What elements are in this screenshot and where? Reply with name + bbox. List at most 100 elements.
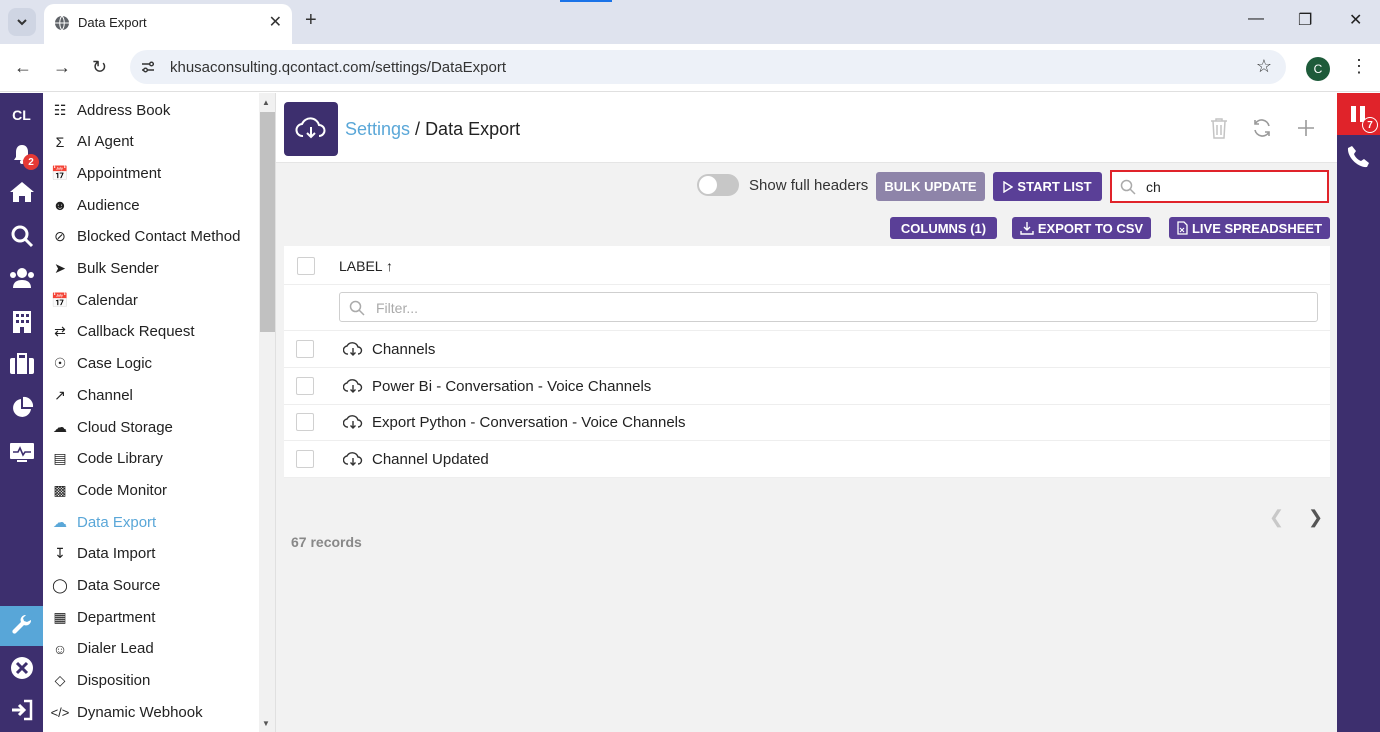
- audience-icon: ☻: [52, 197, 68, 214]
- row-label[interactable]: Power Bi - Conversation - Voice Channels: [372, 378, 651, 395]
- row-checkbox[interactable]: [296, 340, 314, 358]
- full-headers-toggle[interactable]: [697, 174, 739, 196]
- next-page-icon[interactable]: ❯: [1308, 507, 1323, 528]
- bulk-sender-icon: ➤: [54, 260, 66, 276]
- site-settings-icon[interactable]: [140, 59, 156, 75]
- search-icon[interactable]: [7, 221, 37, 251]
- back-arrow-icon[interactable]: ←: [14, 57, 32, 78]
- export-csv-button[interactable]: EXPORT TO CSV: [1012, 217, 1151, 239]
- settings-item[interactable]: ▤ Code Library: [43, 444, 259, 474]
- settings-item-label: Data Source: [77, 577, 161, 594]
- code-monitor-icon: ▩: [53, 481, 67, 498]
- row-checkbox[interactable]: [296, 413, 314, 431]
- settings-scrollbar-thumb[interactable]: [260, 112, 275, 332]
- monitor-icon[interactable]: [7, 437, 37, 467]
- breadcrumb-settings-link[interactable]: Settings: [345, 119, 410, 139]
- filter-field[interactable]: [339, 292, 1318, 322]
- user-avatar[interactable]: CL: [0, 107, 43, 123]
- minimize-icon[interactable]: —: [1248, 10, 1264, 28]
- tab-search-button[interactable]: [8, 8, 36, 36]
- code-icon: </>: [50, 704, 70, 720]
- forward-arrow-icon[interactable]: →: [53, 57, 71, 78]
- row-checkbox[interactable]: [296, 376, 314, 395]
- scroll-up-arrow-icon[interactable]: ▲: [262, 98, 270, 107]
- table-row[interactable]: Power Bi - Conversation - Voice Channels: [284, 368, 1330, 405]
- bulk-update-label: BULK UPDATE: [884, 179, 977, 194]
- add-icon[interactable]: [1295, 117, 1317, 139]
- settings-item[interactable]: ↗ Channel: [43, 380, 259, 410]
- settings-item[interactable]: </> Dynamic Webhook: [43, 697, 259, 727]
- row-label[interactable]: Channels: [372, 341, 435, 358]
- table-row[interactable]: Channel Updated: [284, 441, 1330, 478]
- close-icon[interactable]: ✕: [269, 12, 282, 32]
- settings-item[interactable]: ◇ Disposition: [43, 666, 259, 696]
- row-label[interactable]: Export Python - Conversation - Voice Cha…: [372, 414, 686, 431]
- settings-item[interactable]: ☉ Case Logic: [43, 349, 259, 379]
- briefcase-icon[interactable]: [7, 349, 37, 379]
- search-field[interactable]: [1110, 170, 1329, 203]
- settings-item[interactable]: ⊘ Blocked Contact Method: [43, 222, 259, 252]
- settings-item[interactable]: ⇄ Callback Request: [43, 317, 259, 347]
- breadcrumb: Settings / Data Export: [345, 119, 520, 140]
- row-checkbox[interactable]: [296, 449, 314, 468]
- label-column-header[interactable]: LABEL ↑: [339, 258, 393, 274]
- previous-page-icon[interactable]: ❮: [1269, 507, 1284, 528]
- search-input[interactable]: [1146, 177, 1316, 197]
- columns-button[interactable]: COLUMNS (1): [890, 217, 997, 239]
- reload-icon[interactable]: ↻: [92, 57, 107, 78]
- notification-badge: 2: [23, 154, 39, 170]
- logout-icon[interactable]: [7, 695, 37, 725]
- row-label[interactable]: Channel Updated: [372, 451, 489, 468]
- settings-item[interactable]: ▩ Code Monitor: [43, 475, 259, 505]
- settings-item[interactable]: ◯ Data Source: [43, 571, 259, 601]
- settings-item-label: Dynamic Webhook: [77, 703, 203, 721]
- new-tab-button[interactable]: +: [305, 9, 317, 32]
- grid-header-row: LABEL ↑: [284, 246, 1330, 285]
- bulk-update-button[interactable]: BULK UPDATE: [876, 172, 985, 201]
- scroll-down-arrow-icon[interactable]: ▼: [262, 719, 270, 728]
- window-close-icon[interactable]: ✕: [1349, 10, 1362, 30]
- settings-item[interactable]: ☻ Audience: [43, 190, 259, 220]
- settings-item[interactable]: ☁ Data Export: [43, 507, 259, 537]
- pause-status-button[interactable]: 7: [1337, 93, 1380, 135]
- trash-icon[interactable]: [1208, 117, 1230, 139]
- cloud-download-icon: [284, 102, 338, 156]
- settings-item[interactable]: 📅 Appointment: [43, 158, 259, 188]
- table-row[interactable]: Channels: [284, 331, 1330, 368]
- settings-item-label: Channel: [77, 386, 133, 404]
- settings-item[interactable]: 📅 Calendar: [43, 285, 259, 315]
- browser-menu-icon[interactable]: ⋮: [1350, 56, 1368, 77]
- wrench-icon[interactable]: [7, 611, 37, 641]
- settings-item[interactable]: ☷ Address Book: [43, 95, 259, 125]
- browser-tab[interactable]: Data Export ✕: [44, 4, 292, 44]
- start-list-button[interactable]: START LIST: [993, 172, 1102, 201]
- settings-item[interactable]: ↧ Data Import: [43, 539, 259, 569]
- restore-icon[interactable]: ❐: [1298, 10, 1312, 30]
- import-icon: ↧: [54, 545, 66, 562]
- filter-input[interactable]: [376, 299, 1276, 317]
- live-spreadsheet-button[interactable]: LIVE SPREADSHEET: [1169, 217, 1330, 239]
- building-icon[interactable]: [7, 307, 37, 337]
- users-icon[interactable]: [7, 263, 37, 293]
- settings-item[interactable]: ☺ Dialer Lead: [43, 634, 259, 664]
- home-icon[interactable]: [7, 177, 37, 207]
- tab-title: Data Export: [78, 15, 147, 30]
- profile-avatar[interactable]: C: [1306, 57, 1330, 81]
- select-all-checkbox[interactable]: [297, 257, 315, 275]
- pie-chart-icon[interactable]: [7, 393, 37, 423]
- settings-item[interactable]: Σ AI Agent: [43, 127, 259, 157]
- close-circle-icon[interactable]: [7, 653, 37, 683]
- url-field[interactable]: khusaconsulting.qcontact.com/settings/Da…: [130, 50, 1286, 84]
- start-list-label: START LIST: [1017, 179, 1092, 194]
- refresh-icon[interactable]: [1251, 117, 1273, 139]
- columns-label: COLUMNS (1): [900, 220, 987, 236]
- settings-item[interactable]: ☁ Cloud Storage: [43, 412, 259, 442]
- settings-item[interactable]: ➤ Bulk Sender: [43, 254, 259, 284]
- filter-row: [284, 285, 1330, 331]
- phone-icon[interactable]: [1346, 144, 1372, 175]
- table-row[interactable]: Export Python - Conversation - Voice Cha…: [284, 404, 1330, 441]
- cloud-download-icon: [343, 342, 363, 356]
- toggle-knob: [699, 176, 717, 194]
- bookmark-star-icon[interactable]: ☆: [1256, 56, 1272, 77]
- settings-item[interactable]: ▦ Department: [43, 602, 259, 632]
